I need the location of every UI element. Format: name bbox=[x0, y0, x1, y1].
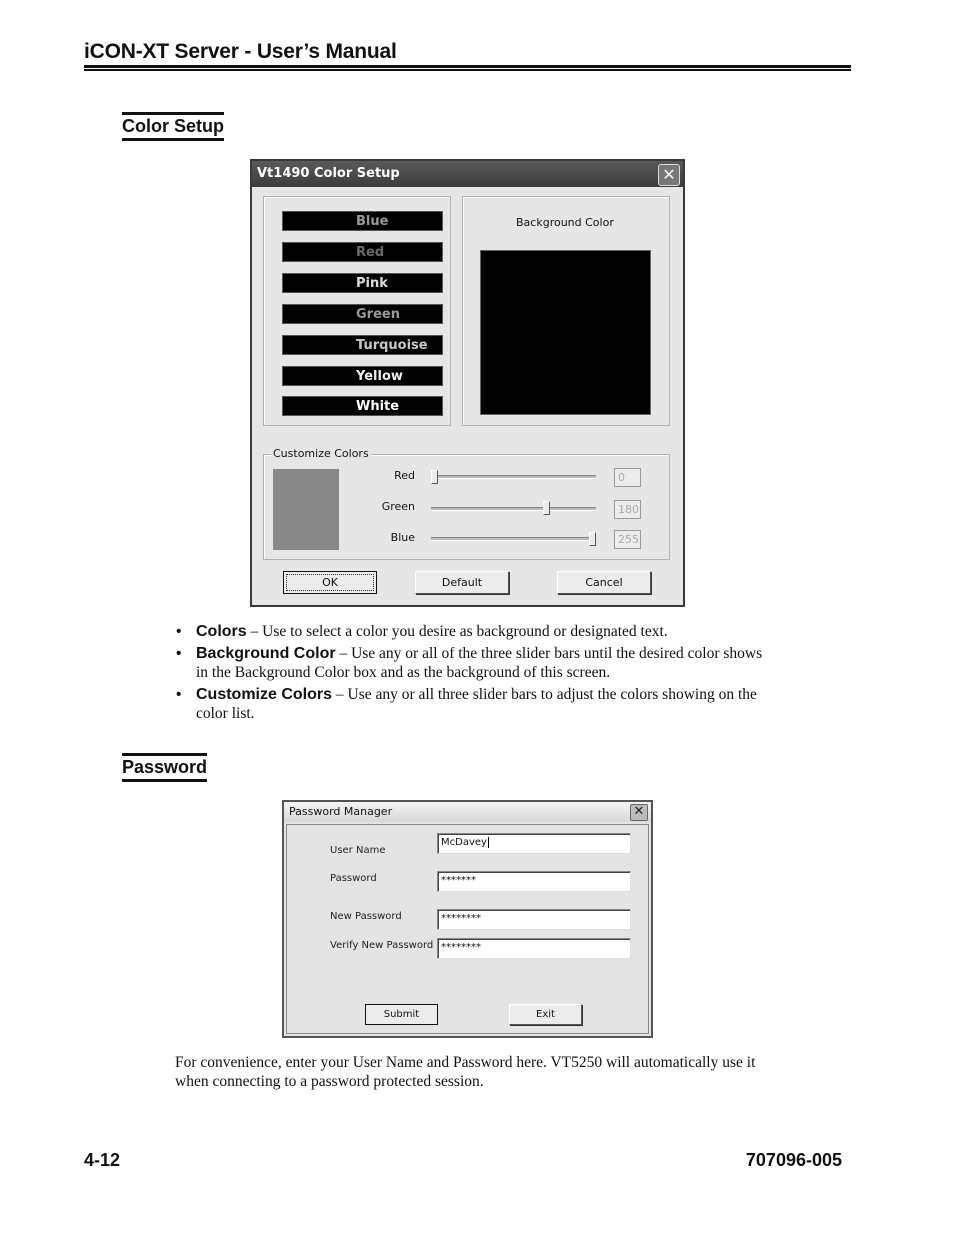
bullet-item: • Background Color – Use any or all of th… bbox=[176, 645, 763, 681]
user-name-label: User Name bbox=[330, 845, 386, 856]
verify-password-label: Verify New Password bbox=[330, 940, 434, 951]
header-rule-thin bbox=[84, 69, 851, 71]
background-color-label: Background Color bbox=[516, 216, 614, 229]
green-slider-thumb[interactable] bbox=[542, 501, 550, 515]
color-setup-bullets: • Colors – Use to select a color you desi… bbox=[176, 622, 776, 726]
red-slider-thumb[interactable] bbox=[431, 470, 438, 484]
bullet-item: • Colors – Use to select a color you desi… bbox=[176, 623, 668, 640]
cancel-button[interactable]: Cancel bbox=[557, 571, 651, 594]
password-label: Password bbox=[330, 873, 377, 884]
new-password-label: New Password bbox=[330, 911, 402, 922]
default-button[interactable]: Default bbox=[415, 571, 509, 594]
color-label: Turquoise bbox=[356, 338, 428, 353]
user-name-value: McDavey bbox=[441, 837, 487, 848]
color-button-turquoise[interactable]: Turquoise bbox=[282, 335, 443, 355]
ok-button-label: OK bbox=[286, 574, 374, 591]
dialog-titlebar: Password Manager ✕ bbox=[284, 802, 651, 822]
color-button-red[interactable]: Red bbox=[282, 242, 443, 262]
color-button-green[interactable]: Green bbox=[282, 304, 443, 324]
submit-button[interactable]: Submit bbox=[365, 1004, 438, 1025]
color-label: Red bbox=[356, 245, 385, 260]
color-button-pink[interactable]: Pink bbox=[282, 273, 443, 293]
color-button-white[interactable]: White bbox=[282, 396, 443, 416]
color-button-yellow[interactable]: Yellow bbox=[282, 366, 443, 386]
password-manager-dialog: Password Manager ✕ User Name McDavey Pas… bbox=[282, 800, 653, 1038]
bullet-term: Background Color bbox=[196, 645, 336, 662]
background-color-group: Background Color bbox=[462, 196, 670, 426]
color-label: Green bbox=[356, 307, 400, 322]
color-button-blue[interactable]: Blue bbox=[282, 211, 443, 231]
customize-colors-label: Customize Colors bbox=[271, 447, 371, 460]
password-description: For convenience, enter your User Name an… bbox=[175, 1054, 756, 1090]
new-password-input[interactable]: ******** bbox=[437, 909, 631, 930]
dialog-title: Password Manager bbox=[289, 805, 393, 818]
color-label: White bbox=[356, 399, 400, 414]
dialog-title: Vt1490 Color Setup bbox=[257, 166, 400, 181]
bullet-term: Colors bbox=[196, 623, 247, 640]
red-value-field[interactable]: 0 bbox=[614, 468, 641, 487]
custom-color-preview bbox=[273, 469, 339, 550]
bullet-term: Customize Colors bbox=[196, 686, 333, 703]
manual-title: iCON-XT Server - User’s Manual bbox=[84, 40, 397, 63]
background-color-swatch bbox=[480, 250, 651, 415]
color-setup-dialog: Vt1490 Color Setup ✕ Blue Red Pink Green… bbox=[250, 159, 685, 607]
exit-button[interactable]: Exit bbox=[509, 1004, 582, 1025]
header-rule bbox=[84, 65, 851, 68]
password-input[interactable]: ******* bbox=[437, 871, 631, 892]
verify-password-input[interactable]: ******** bbox=[437, 938, 631, 959]
ok-button[interactable]: OK bbox=[283, 571, 377, 594]
section-heading-password: Password bbox=[122, 753, 208, 782]
red-slider-track[interactable] bbox=[431, 475, 596, 479]
customize-colors-group: Customize Colors Red 0 Green 180 Blue 25… bbox=[263, 447, 670, 560]
color-label: Yellow bbox=[356, 369, 403, 384]
color-label: Pink bbox=[356, 276, 388, 291]
green-value-field[interactable]: 180 bbox=[614, 500, 641, 519]
blue-value-field[interactable]: 255 bbox=[614, 530, 641, 549]
close-icon[interactable]: ✕ bbox=[630, 804, 648, 821]
color-list-group: Blue Red Pink Green Turquoise Yellow Whi… bbox=[263, 196, 451, 426]
green-slider-track[interactable] bbox=[431, 507, 596, 511]
document-number: 707096-005 bbox=[745, 1150, 842, 1170]
dialog-titlebar: Vt1490 Color Setup ✕ bbox=[252, 161, 683, 187]
section-heading-color-setup: Color Setup bbox=[122, 112, 224, 141]
slider-label-green: Green bbox=[381, 500, 415, 513]
slider-label-red: Red bbox=[394, 469, 415, 482]
text-cursor bbox=[487, 837, 489, 848]
blue-slider-track[interactable] bbox=[431, 537, 596, 541]
close-icon[interactable]: ✕ bbox=[658, 164, 680, 186]
bullet-text: – Use to select a color you desire as ba… bbox=[246, 623, 668, 640]
page-number: 4-12 bbox=[84, 1150, 121, 1170]
color-label: Blue bbox=[356, 214, 389, 229]
blue-slider-thumb[interactable] bbox=[589, 532, 596, 546]
user-name-input[interactable]: McDavey bbox=[437, 833, 631, 854]
slider-label-blue: Blue bbox=[390, 531, 415, 544]
bullet-item: • Customize Colors – Use any or all three… bbox=[176, 686, 757, 722]
